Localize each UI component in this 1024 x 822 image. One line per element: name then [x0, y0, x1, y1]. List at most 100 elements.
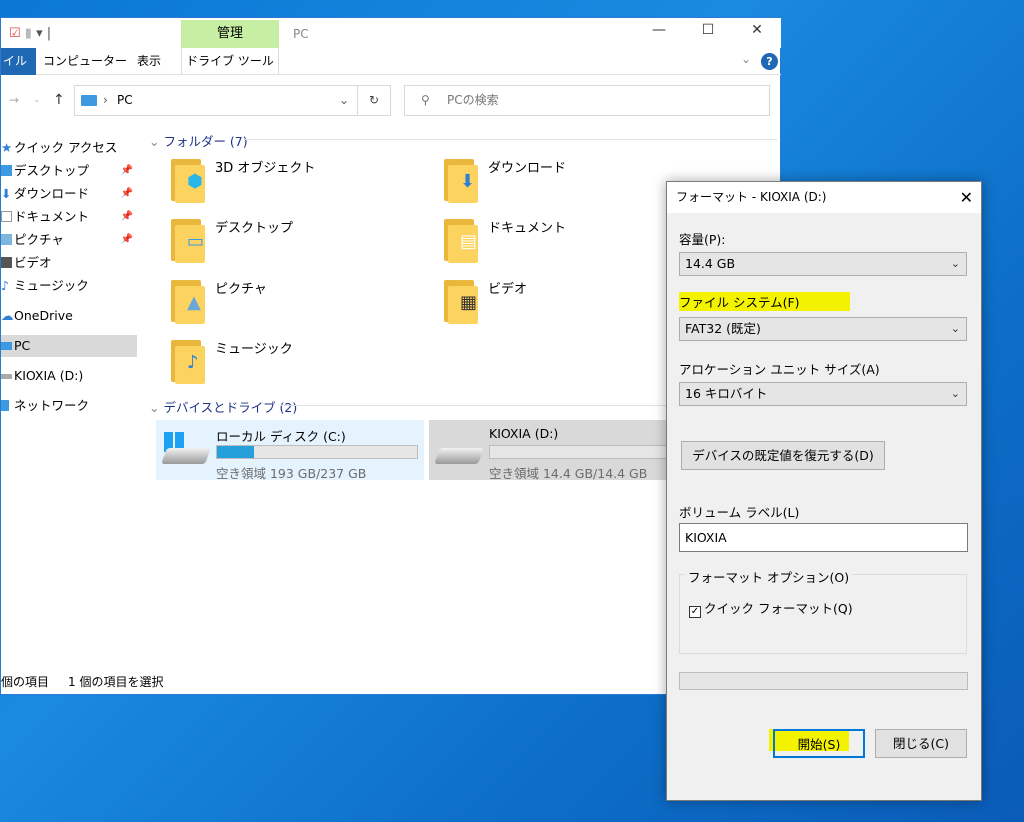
recent-dropdown[interactable]: ⌄ [33, 85, 41, 115]
nav-desktop[interactable]: デスクトップ 📌 [1, 160, 137, 182]
folder-label: ダウンロード [488, 161, 567, 176]
maximize-button[interactable]: ☐ [685, 22, 731, 46]
close-button[interactable]: ✕ [734, 22, 780, 46]
pc-icon [1, 342, 12, 350]
nav-onedrive[interactable]: ☁ OneDrive [1, 305, 137, 327]
nav-pc[interactable]: PC [1, 335, 137, 357]
drive-usage-bar [489, 445, 669, 459]
chevron-down-icon: ⌄ [950, 257, 960, 270]
format-options-label: フォーマット オプション(O) [685, 567, 853, 586]
folder-item[interactable]: ⬢ 3D オブジェクト [169, 151, 429, 211]
pin-icon[interactable]: 📌 [121, 160, 133, 182]
refresh-button[interactable]: ↻ [358, 85, 391, 116]
pc-icon [81, 95, 97, 106]
tab-drive-tools[interactable]: ドライブ ツール [181, 48, 279, 75]
nav-documents[interactable]: ドキュメント 📌 [1, 206, 137, 228]
capacity-select[interactable]: 14.4 GB ⌄ [679, 252, 967, 276]
folder-label: デスクトップ [215, 221, 294, 236]
title-bar: ☑ ▮ ▾ | 管理 PC — ☐ ✕ [1, 18, 781, 48]
tab-view[interactable]: 表示 [128, 48, 170, 75]
folder-item[interactable]: ▲ ピクチャ [169, 272, 429, 332]
dialog-close-icon[interactable]: ✕ [960, 182, 973, 213]
pin-icon[interactable]: 📌 [121, 183, 133, 205]
pin-icon[interactable]: 📌 [121, 206, 133, 228]
pictures-icon [1, 234, 12, 245]
folder-icon: ▭ [169, 217, 207, 263]
search-input[interactable]: ⚲ PCの検索 [404, 85, 770, 116]
window-title: PC [293, 27, 309, 41]
status-item-count: 個の項目 [1, 675, 50, 689]
drive-d[interactable]: KIOXIA (D:) 空き領域 14.4 GB/14.4 GB [429, 420, 669, 480]
folder-label: ミュージック [215, 342, 293, 357]
ribbon-tabs: イル コンピューター 表示 ドライブ ツール ⌄ ? [1, 48, 781, 75]
folder-icon: ⬢ [169, 157, 207, 203]
chevron-down-icon: ⌄ [950, 387, 960, 400]
hard-drive-icon [161, 448, 211, 464]
file-system-select[interactable]: FAT32 (既定) ⌄ [679, 317, 967, 341]
download-icon: ⬇ [1, 186, 12, 201]
hard-drive-icon [434, 448, 484, 464]
checkbox-checked-icon: ✓ [689, 606, 701, 618]
file-system-label: ファイル システム(F) [679, 292, 850, 311]
context-group-manage: 管理 [181, 20, 279, 48]
nav-downloads[interactable]: ⬇ ダウンロード 📌 [1, 183, 137, 205]
nav-videos[interactable]: ビデオ [1, 252, 137, 274]
folder-item[interactable]: ▤ ドキュメント [442, 211, 702, 271]
folder-label: ピクチャ [215, 282, 267, 297]
allocation-unit-select[interactable]: 16 キロバイト ⌄ [679, 382, 967, 406]
forward-button[interactable]: → [9, 85, 19, 115]
address-text: PC [117, 93, 133, 107]
folder-icon: ♪ [169, 338, 207, 384]
capacity-label: 容量(P): [679, 232, 726, 247]
quick-access-toolbar[interactable]: ☑ ▮ ▾ | [9, 26, 51, 41]
breadcrumb-separator: › [103, 93, 108, 107]
nav-kioxia[interactable]: KIOXIA (D:) [1, 365, 137, 387]
address-dropdown-icon[interactable]: ⌄ [339, 86, 349, 115]
minimize-button[interactable]: — [636, 22, 682, 46]
folder-label: ドキュメント [488, 221, 567, 236]
cloud-icon: ☁ [1, 308, 14, 323]
drive-name: ローカル ディスク (C:) [216, 429, 346, 444]
tab-computer[interactable]: コンピューター [34, 48, 136, 75]
nav-music[interactable]: ♪ ミュージック [1, 275, 137, 297]
help-icon[interactable]: ? [761, 53, 778, 70]
volume-label-label: ボリューム ラベル(L) [679, 505, 800, 520]
restore-defaults-button[interactable]: デバイスの既定値を復元する(D) [681, 441, 885, 470]
chevron-down-icon: ⌄ [950, 322, 960, 335]
tab-file[interactable]: イル [1, 48, 36, 75]
nav-network[interactable]: ネットワーク [1, 395, 137, 417]
allocation-unit-label: アロケーション ユニット サイズ(A) [679, 362, 880, 377]
volume-label-input[interactable]: KIOXIA [679, 523, 968, 552]
document-icon [1, 211, 12, 222]
folder-item[interactable]: ▭ デスクトップ [169, 211, 429, 271]
search-placeholder: PCの検索 [447, 93, 499, 107]
folder-item[interactable]: ▦ ビデオ [442, 272, 702, 332]
pin-icon[interactable]: 📌 [121, 229, 133, 251]
folder-icon: ▲ [169, 278, 207, 324]
folder-label: 3D オブジェクト [215, 161, 316, 176]
drive-c[interactable]: ローカル ディスク (C:) 空き領域 193 GB/237 GB [156, 420, 424, 481]
close-dialog-button[interactable]: 閉じる(C) [875, 729, 967, 758]
start-button[interactable]: 開始(S) [773, 729, 865, 758]
folder-item[interactable]: ⬇ ダウンロード [442, 151, 702, 211]
drive-free-space: 空き領域 193 GB/237 GB [216, 466, 367, 481]
star-icon: ★ [1, 140, 13, 155]
nav-quick-access[interactable]: ★ クイック アクセス [1, 137, 137, 159]
drive-name: KIOXIA (D:) [489, 426, 559, 441]
up-button[interactable]: ↑ [53, 85, 65, 115]
status-selected: 1 個の項目を選択 [68, 675, 164, 689]
folder-icon: ⬇ [442, 157, 480, 203]
folder-item[interactable]: ♪ ミュージック [169, 332, 429, 392]
nav-pictures[interactable]: ピクチャ 📌 [1, 229, 137, 251]
folders-group-header[interactable]: ⌄ フォルダー (7) [149, 131, 777, 149]
music-icon: ♪ [1, 278, 9, 293]
format-progress-bar [679, 672, 968, 690]
network-icon [1, 400, 9, 411]
folder-icon: ▦ [442, 278, 480, 324]
dialog-title-bar: フォーマット - KIOXIA (D:) ✕ [667, 182, 981, 213]
address-bar[interactable]: › PC ⌄ [74, 85, 358, 116]
expand-ribbon-icon[interactable]: ⌄ [741, 52, 751, 66]
quick-format-checkbox[interactable]: ✓ クイック フォーマット(Q) [689, 598, 853, 618]
video-icon [1, 257, 12, 268]
dialog-title: フォーマット - KIOXIA (D:) [676, 190, 827, 204]
